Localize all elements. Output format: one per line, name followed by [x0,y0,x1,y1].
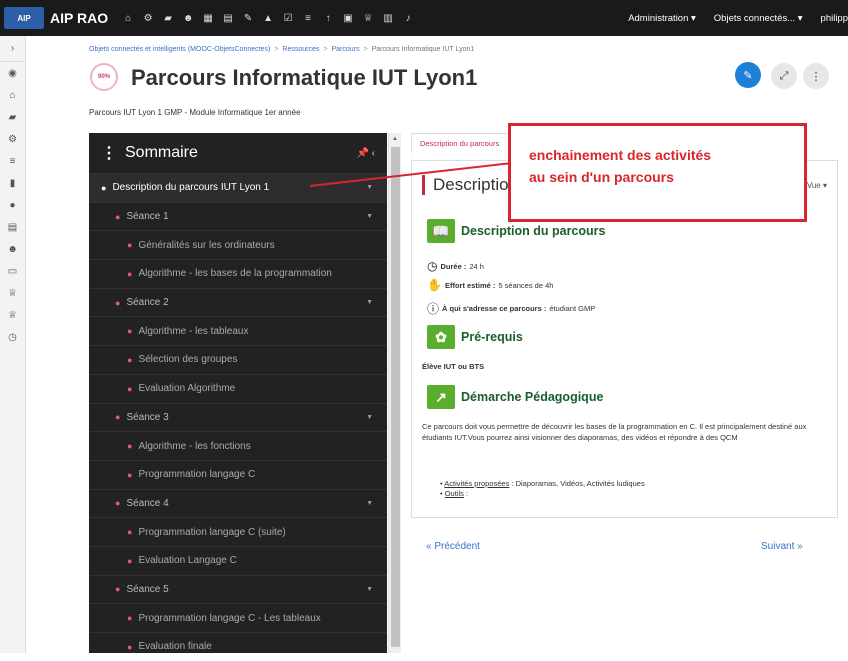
callout-text: enchainement des activités au sein d'un … [529,144,711,188]
annotation-callout: enchainement des activités au sein d'un … [508,123,807,222]
callout-line2: au sein d'un parcours [529,169,674,185]
arrow-line [309,162,513,187]
annotation-arrow [309,162,513,187]
callout-line1: enchainement des activités [529,147,712,163]
